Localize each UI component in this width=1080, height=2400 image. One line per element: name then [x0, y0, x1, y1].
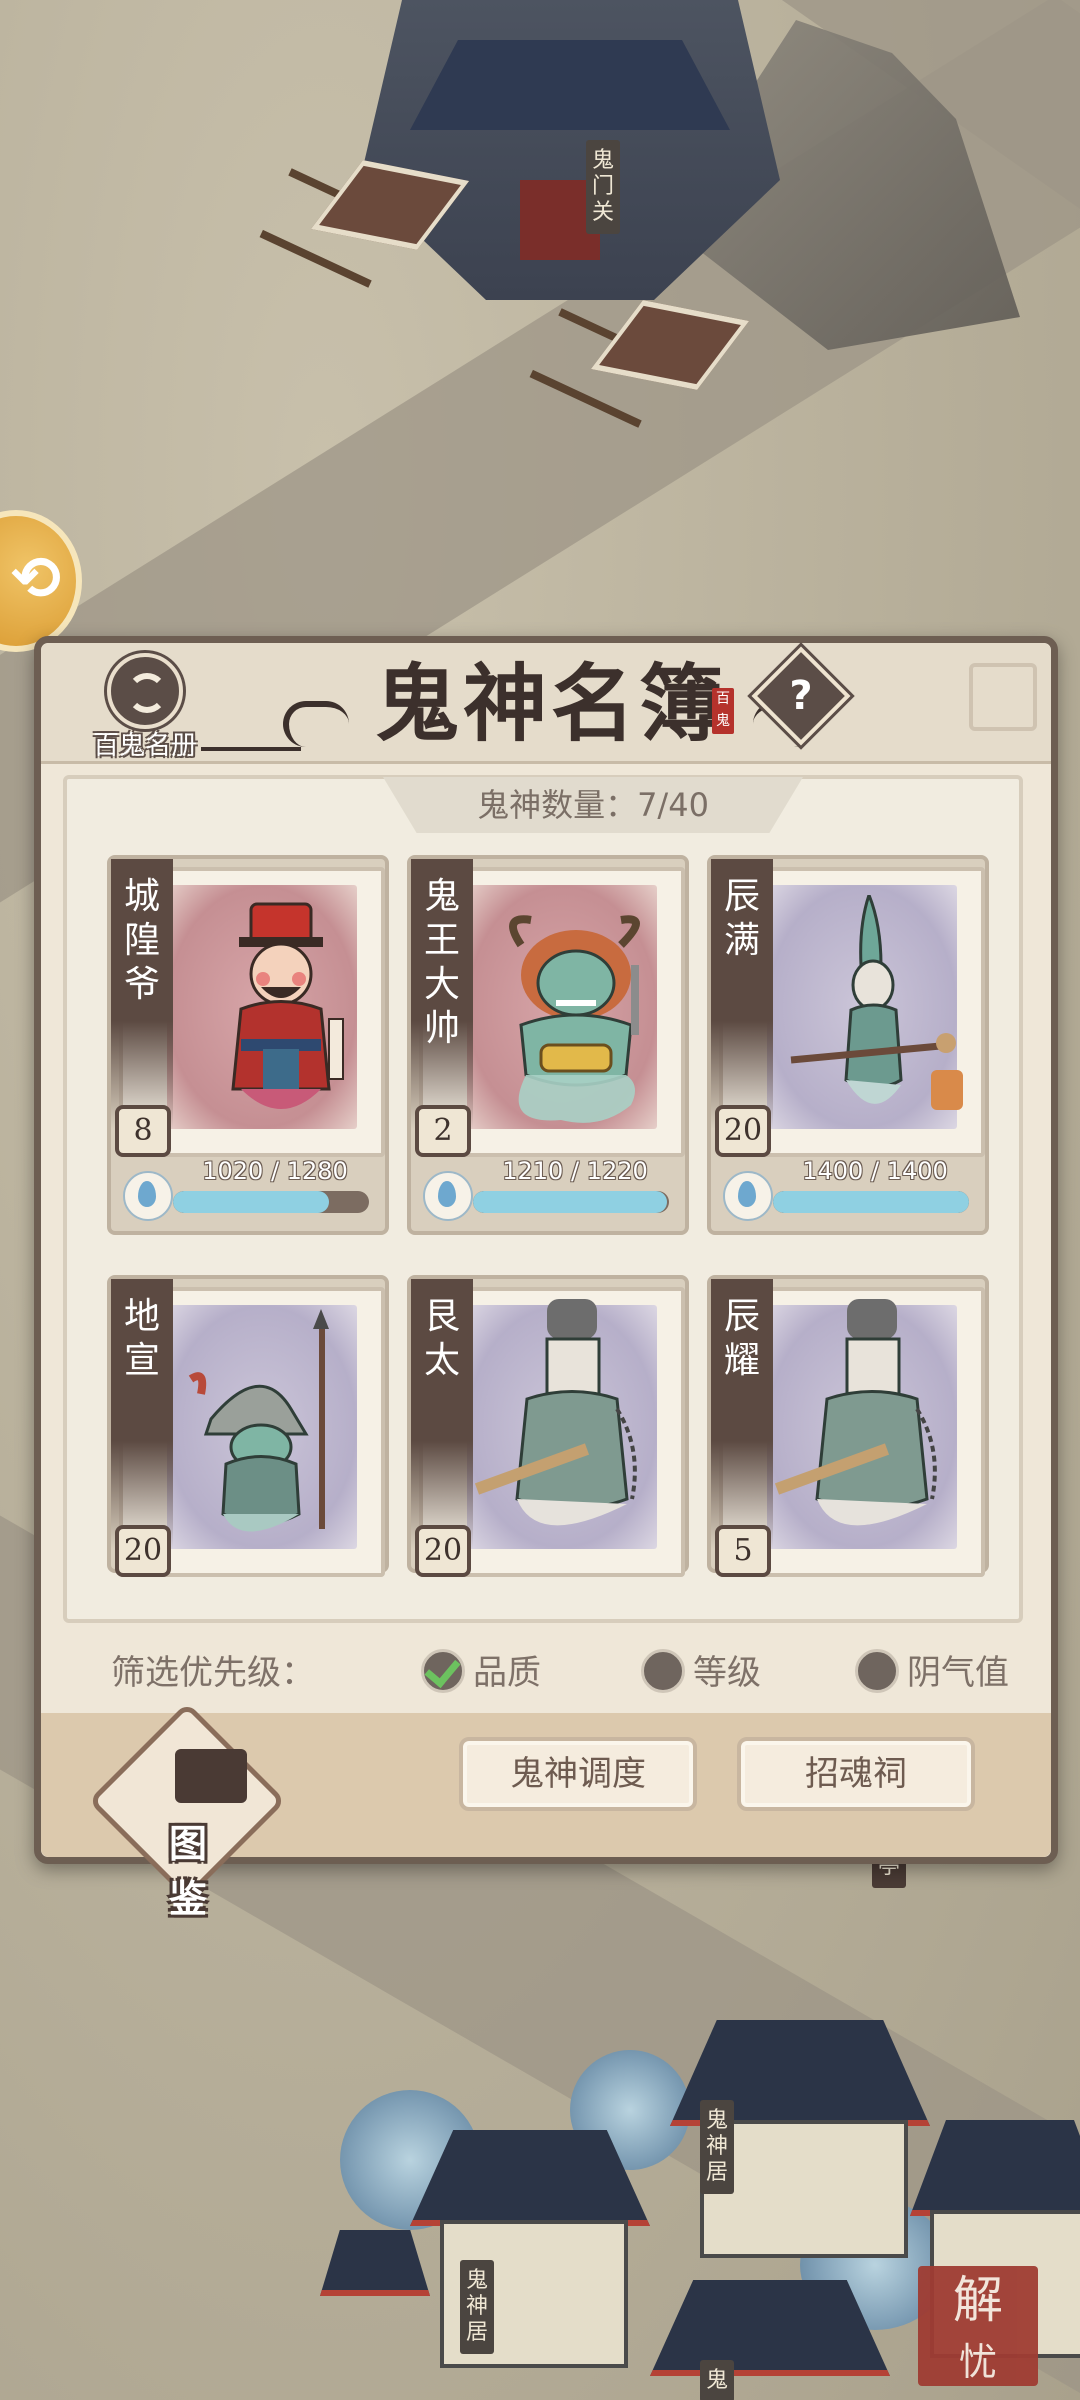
city-god-figure: [231, 902, 344, 1109]
summon-shrine-button[interactable]: 招魂祠: [737, 1737, 975, 1811]
radio-icon: [641, 1649, 685, 1693]
ghost-level: 2: [415, 1105, 471, 1157]
radio-icon: [855, 1649, 899, 1693]
ghost-card[interactable]: 城隍爷 8 1020 / 1280: [107, 855, 389, 1235]
yin-energy-fill: [773, 1191, 969, 1213]
corner-seal-button[interactable]: 解 忧: [918, 2266, 1038, 2386]
fortress-roof: [410, 40, 730, 130]
roster-button-label: 百鬼名册: [92, 731, 197, 761]
ghost-card[interactable]: 辰耀 5: [707, 1275, 989, 1577]
ghost-level: 20: [715, 1105, 771, 1157]
side-menu-icon: ⟲: [11, 544, 62, 614]
building-sign: 鬼神居: [460, 2260, 494, 2354]
ghost-name: 地宣: [123, 1296, 160, 1381]
ghost-roster-dialog: 百鬼名册 鬼神名簿 鬼神数量：7/40 城隍爷 8 1020 / 1280 鬼王…: [34, 636, 1058, 1921]
ghost-name: 鬼王大帅: [423, 876, 460, 1049]
header-ornament: [969, 663, 1037, 731]
di-xuan-figure: [188, 1309, 329, 1532]
filter-option-label: 品质: [473, 1653, 541, 1693]
ghost-king-figure: [509, 915, 640, 1123]
yin-energy-value: 1020 / 1280: [202, 1157, 348, 1185]
ghost-level: 5: [715, 1525, 771, 1577]
building-roof: [910, 2120, 1080, 2216]
scroll-book-icon: [175, 1749, 247, 1803]
gen-tai-figure: [474, 1299, 637, 1526]
ghost-card[interactable]: 鬼王大帅 2 1210 / 1220: [407, 855, 689, 1235]
ghost-level: 8: [115, 1105, 171, 1157]
ghost-dispatch-button[interactable]: 鬼神调度: [459, 1737, 697, 1811]
roster-content: 鬼神数量：7/40 城隍爷 8 1020 / 1280 鬼王大帅 2 1210 …: [63, 775, 1023, 1623]
ghost-count: 鬼神数量：7/40: [383, 777, 803, 833]
codex-button-content[interactable]: 图鉴: [139, 1737, 247, 1921]
yin-energy-bar: [173, 1191, 369, 1213]
yin-energy-meter: 1400 / 1400: [717, 1157, 981, 1223]
filter-option-label: 等级: [693, 1653, 761, 1693]
yin-energy-bar: [473, 1191, 669, 1213]
seal-char: 忧: [958, 2340, 997, 2384]
filter-priority: 筛选优先级： 品质 等级 阴气值: [111, 1633, 1011, 1703]
ghost-card[interactable]: 地宣 20: [107, 1275, 389, 1577]
refresh-icon: [107, 653, 183, 729]
yin-energy-fill: [473, 1191, 668, 1213]
seal-char: 解: [953, 2271, 1003, 2329]
yin-energy-value: 1400 / 1400: [802, 1157, 948, 1185]
blue-flame-icon: [423, 1171, 473, 1221]
hundred-ghost-roster-button[interactable]: 百鬼名册: [75, 653, 215, 761]
title-line: [201, 747, 301, 751]
chen-yao-figure: [774, 1299, 937, 1526]
blue-flame-icon: [723, 1171, 773, 1221]
codex-label: 图鉴: [169, 1822, 208, 1921]
building-sign: 鬼: [700, 2360, 734, 2400]
ghost-level: 20: [415, 1525, 471, 1577]
pavilion-roof: [320, 2230, 430, 2296]
yin-energy-bar: [773, 1191, 969, 1213]
checkmark-icon: [421, 1649, 465, 1693]
filter-label: 筛选优先级：: [111, 1653, 315, 1693]
ghost-card[interactable]: 艮太 20: [407, 1275, 689, 1577]
yin-energy-meter: 1020 / 1280: [117, 1157, 381, 1223]
dialog-header: 百鬼名册 鬼神名簿: [41, 643, 1051, 764]
yin-energy-value: 1210 / 1220: [502, 1157, 648, 1185]
building-sign: 鬼神居: [700, 2100, 734, 2194]
ghost-level: 20: [115, 1525, 171, 1577]
blue-flame-icon: [123, 1171, 173, 1221]
ghost-name: 艮太: [423, 1296, 460, 1381]
question-icon: ?: [789, 673, 813, 719]
ghost-name: 辰耀: [723, 1296, 760, 1381]
yin-energy-fill: [173, 1191, 330, 1213]
cloud-ornament-icon: [283, 701, 349, 747]
chen-man-figure: [790, 895, 963, 1110]
ghost-name: 辰满: [723, 876, 760, 961]
title-seal: 百鬼: [712, 688, 734, 734]
ghost-name: 城隍爷: [123, 876, 160, 1005]
yin-energy-meter: 1210 / 1220: [417, 1157, 681, 1223]
gate-sign: 鬼门关: [586, 140, 620, 234]
filter-option-label: 阴气值: [907, 1653, 1009, 1693]
ghost-card[interactable]: 辰满 20 1400 / 1400: [707, 855, 989, 1235]
